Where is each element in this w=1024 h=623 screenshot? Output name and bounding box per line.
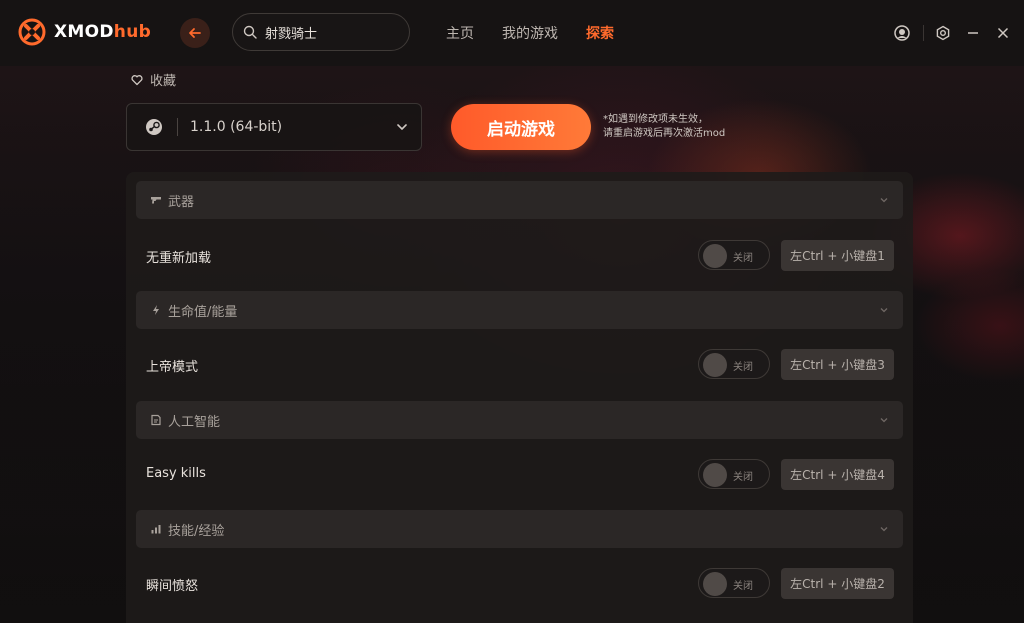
- minimize-icon: [968, 32, 978, 34]
- version-divider: [177, 118, 178, 136]
- hotkey-button[interactable]: 左Ctrl + 小键盘4: [781, 459, 894, 490]
- mod-toggle[interactable]: 关闭: [698, 568, 770, 598]
- steam-icon: [146, 119, 162, 135]
- section-title: 技能/经验: [168, 523, 225, 539]
- window-controls: [883, 22, 1014, 44]
- close-icon: [997, 27, 1009, 39]
- toggle-state: 关闭: [733, 253, 753, 264]
- xmod-logo-icon: [18, 18, 46, 46]
- mod-name: 上帝模式: [146, 360, 199, 375]
- search-box[interactable]: [232, 13, 410, 51]
- gear-icon: [936, 25, 950, 41]
- hotkey-button[interactable]: 左Ctrl + 小键盘3: [781, 349, 894, 380]
- section-title: 武器: [168, 194, 195, 210]
- mod-name: Easy kills: [146, 466, 206, 481]
- section-health-energy[interactable]: 生命值/能量: [136, 291, 903, 329]
- nav-explore[interactable]: 探索: [586, 23, 614, 43]
- hotkey-button[interactable]: 左Ctrl + 小键盘2: [781, 568, 894, 599]
- toggle-knob: [703, 353, 727, 377]
- main-nav: 主页 我的游戏 探索: [446, 23, 642, 43]
- window-controls-divider: [923, 25, 924, 41]
- favorite-label: 收藏: [150, 74, 177, 89]
- chevron-down-icon: [880, 418, 888, 423]
- nav-home[interactable]: 主页: [446, 23, 474, 43]
- search-icon: [243, 25, 257, 39]
- toggle-knob: [703, 463, 727, 487]
- close-button[interactable]: [992, 22, 1014, 44]
- mod-panel: 武器 无重新加载 关闭 左Ctrl + 小键盘1 生命值/能量 上帝模式 关闭: [126, 172, 913, 623]
- toggle-knob: [703, 572, 727, 596]
- chevron-down-icon: [397, 124, 407, 130]
- lightning-icon: [150, 304, 162, 316]
- version-select[interactable]: 1.1.0 (64-bit): [126, 103, 422, 151]
- mod-toggle[interactable]: 关闭: [698, 459, 770, 489]
- favorite-button[interactable]: 收藏: [131, 70, 176, 89]
- mod-toggle[interactable]: 关闭: [698, 349, 770, 379]
- settings-button[interactable]: [932, 22, 954, 44]
- launch-game-button[interactable]: 启动游戏: [451, 104, 591, 150]
- mod-row: 上帝模式 关闭 左Ctrl + 小键盘3: [126, 346, 913, 382]
- back-button[interactable]: [180, 18, 210, 48]
- user-icon: [894, 25, 910, 41]
- back-arrow-icon: [189, 28, 201, 38]
- app-logo[interactable]: XMODhub: [18, 18, 151, 46]
- chevron-down-icon: [880, 198, 888, 203]
- launch-note: *如遇到修改项未生效， 请重启游戏后再次激活mod: [603, 113, 725, 141]
- heart-icon: [131, 74, 143, 85]
- version-value: 1.1.0 (64-bit): [190, 119, 283, 135]
- mod-name: 瞬间愤怒: [146, 579, 199, 594]
- top-bar: XMODhub 主页 我的游戏 探索: [0, 0, 1024, 66]
- mod-toggle[interactable]: 关闭: [698, 240, 770, 270]
- ai-icon: [150, 414, 162, 426]
- mod-row: Easy kills 关闭 左Ctrl + 小键盘4: [126, 456, 913, 492]
- gun-icon: [150, 194, 162, 206]
- toggle-knob: [703, 244, 727, 268]
- toggle-state: 关闭: [733, 472, 753, 483]
- section-ai[interactable]: 人工智能: [136, 401, 903, 439]
- bar-chart-icon: [150, 523, 162, 535]
- user-avatar-button[interactable]: [891, 22, 913, 44]
- hotkey-button[interactable]: 左Ctrl + 小键盘1: [781, 240, 894, 271]
- app-name: XMODhub: [54, 22, 152, 42]
- chevron-down-icon: [880, 308, 888, 313]
- toggle-state: 关闭: [733, 362, 753, 373]
- launch-note-line2: 请重启游戏后再次激活mod: [603, 128, 726, 139]
- section-title: 生命值/能量: [168, 304, 238, 320]
- minimize-button[interactable]: [962, 22, 984, 44]
- toggle-state: 关闭: [733, 581, 753, 592]
- section-title: 人工智能: [168, 414, 221, 430]
- mod-row: 瞬间愤怒 关闭 左Ctrl + 小键盘2: [126, 565, 913, 601]
- nav-my-games[interactable]: 我的游戏: [502, 23, 558, 43]
- chevron-down-icon: [880, 527, 888, 532]
- launch-note-line1: *如遇到修改项未生效，: [603, 114, 708, 125]
- search-input[interactable]: [263, 23, 397, 41]
- section-skills-exp[interactable]: 技能/经验: [136, 510, 903, 548]
- mod-row: 无重新加载 关闭 左Ctrl + 小键盘1: [126, 237, 913, 273]
- mod-name: 无重新加载: [146, 251, 212, 266]
- section-weapons[interactable]: 武器: [136, 181, 903, 219]
